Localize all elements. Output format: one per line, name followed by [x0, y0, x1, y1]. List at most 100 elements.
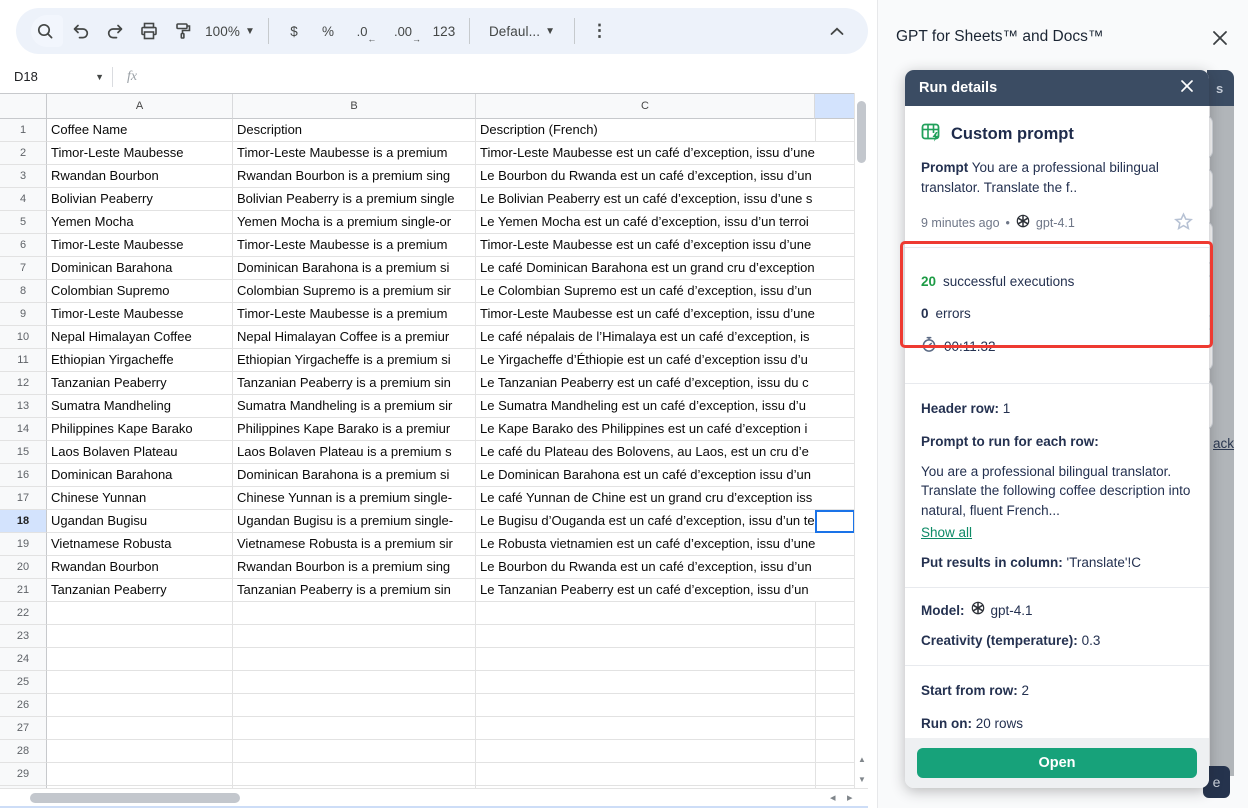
cell-b[interactable] [233, 694, 476, 717]
cell-b[interactable]: Timor-Leste Maubesse is a premium [233, 234, 476, 257]
format-currency-button[interactable]: $ [278, 15, 310, 47]
cell-c[interactable] [476, 740, 815, 763]
active-cell-selection[interactable] [815, 510, 854, 533]
cell-c[interactable]: Timor-Leste Maubesse est un café d’excep… [476, 234, 815, 257]
cell-c[interactable] [476, 717, 815, 740]
cell-a[interactable] [47, 625, 233, 648]
cell-a[interactable]: Timor-Leste Maubesse [47, 142, 233, 165]
row-header[interactable]: 23 [0, 625, 47, 648]
cell-b[interactable]: Philippines Kape Barako is a premiur [233, 418, 476, 441]
cell-a[interactable] [47, 717, 233, 740]
cell-a[interactable] [47, 648, 233, 671]
print-button[interactable] [133, 15, 165, 47]
cell-c[interactable]: Le Dominican Barahona est un café d’exce… [476, 464, 815, 487]
cell-c[interactable]: Description (French) [476, 119, 815, 142]
cell-b[interactable]: Dominican Barahona is a premium si [233, 464, 476, 487]
run-details-close-button[interactable] [1179, 78, 1195, 99]
cell-b[interactable]: Timor-Leste Maubesse is a premium [233, 142, 476, 165]
cell-a[interactable]: Rwandan Bourbon [47, 165, 233, 188]
row-header[interactable]: 25 [0, 671, 47, 694]
paint-format-button[interactable] [167, 15, 199, 47]
row-header[interactable]: 22 [0, 602, 47, 625]
column-header-d-selected[interactable] [815, 94, 854, 119]
cell-a[interactable]: Bolivian Peaberry [47, 188, 233, 211]
cell-b[interactable]: Ugandan Bugisu is a premium single- [233, 510, 476, 533]
scroll-left-icon[interactable]: ◂ [830, 791, 836, 804]
cell-b[interactable]: Chinese Yunnan is a premium single- [233, 487, 476, 510]
cell-b[interactable]: Dominican Barahona is a premium si [233, 257, 476, 280]
more-formats-button[interactable]: 123 [428, 15, 460, 47]
cell-d[interactable] [815, 671, 854, 694]
row-header[interactable]: 7 [0, 257, 47, 280]
row-header[interactable]: 24 [0, 648, 47, 671]
row-header[interactable]: 6 [0, 234, 47, 257]
cell-b[interactable]: Ethiopian Yirgacheffe is a premium si [233, 349, 476, 372]
cell-c[interactable] [476, 648, 815, 671]
cell-b[interactable] [233, 740, 476, 763]
cell-c[interactable]: Le Bugisu d’Ouganda est un café d’except… [476, 510, 815, 533]
row-header[interactable]: 13 [0, 395, 47, 418]
cell-c[interactable]: Le Tanzanian Peaberry est un café d’exce… [476, 579, 815, 602]
show-all-link[interactable]: Show all [921, 525, 972, 540]
cell-b[interactable] [233, 625, 476, 648]
cell-c[interactable]: Le Colombian Supremo est un café d’excep… [476, 280, 815, 303]
cell-b[interactable] [233, 602, 476, 625]
row-header[interactable]: 27 [0, 717, 47, 740]
cell-b[interactable] [233, 648, 476, 671]
row-header[interactable]: 11 [0, 349, 47, 372]
select-all-corner[interactable] [0, 94, 47, 119]
toolbar-more-button[interactable]: ⋮ [584, 15, 616, 47]
cell-c[interactable]: Le Bourbon du Rwanda est un café d’excep… [476, 556, 815, 579]
cell-a[interactable]: Philippines Kape Barako [47, 418, 233, 441]
decrease-decimal-button[interactable]: .0← [346, 15, 378, 47]
column-header-a[interactable]: A [47, 94, 233, 119]
cell-d[interactable] [815, 740, 854, 763]
cell-a[interactable]: Ugandan Bugisu [47, 510, 233, 533]
cell-a[interactable]: Timor-Leste Maubesse [47, 303, 233, 326]
cell-c[interactable]: Timor-Leste Maubesse est un café d’excep… [476, 142, 815, 165]
sidebar-close-button[interactable] [1211, 29, 1229, 52]
search-button[interactable] [31, 15, 63, 47]
row-header[interactable]: 19 [0, 533, 47, 556]
row-header[interactable]: 12 [0, 372, 47, 395]
cell-a[interactable] [47, 740, 233, 763]
favorite-star-button[interactable] [1174, 212, 1193, 234]
cell-c[interactable]: Le Yemen Mocha est un café d’exception, … [476, 211, 815, 234]
cell-b[interactable] [233, 671, 476, 694]
row-header[interactable]: 1 [0, 119, 47, 142]
cell-c[interactable]: Le Sumatra Mandheling est un café d’exce… [476, 395, 815, 418]
horizontal-scrollbar-thumb[interactable] [30, 793, 240, 803]
cell-a[interactable] [47, 671, 233, 694]
cell-c[interactable]: Le café Dominican Barahona est un grand … [476, 257, 815, 280]
cell-b[interactable]: Vietnamese Robusta is a premium sir [233, 533, 476, 556]
redo-button[interactable] [99, 15, 131, 47]
cell-a[interactable] [47, 694, 233, 717]
cell-b[interactable]: Bolivian Peaberry is a premium single [233, 188, 476, 211]
cell-c[interactable] [476, 763, 815, 786]
row-header[interactable]: 3 [0, 165, 47, 188]
cell-b[interactable]: Tanzanian Peaberry is a premium sin [233, 372, 476, 395]
cell-c[interactable]: Le café népalais de l’Himalaya est un ca… [476, 326, 815, 349]
scroll-down-icon[interactable]: ▼ [855, 775, 869, 784]
zoom-select[interactable]: 100% ▼ [201, 15, 259, 47]
cell-a[interactable]: Timor-Leste Maubesse [47, 234, 233, 257]
row-header[interactable]: 20 [0, 556, 47, 579]
cell-b[interactable]: Description [233, 119, 476, 142]
row-header[interactable]: 15 [0, 441, 47, 464]
increase-decimal-button[interactable]: .00→ [387, 15, 419, 47]
row-header[interactable]: 18 [0, 510, 47, 533]
cell-c[interactable]: Le Tanzanian Peaberry est un café d’exce… [476, 372, 815, 395]
cell-a[interactable] [47, 763, 233, 786]
cell-a[interactable]: Colombian Supremo [47, 280, 233, 303]
cell-c[interactable]: Le Kape Barako des Philippines est un ca… [476, 418, 815, 441]
cell-d[interactable] [815, 694, 854, 717]
row-header[interactable]: 4 [0, 188, 47, 211]
cell-a[interactable]: Tanzanian Peaberry [47, 579, 233, 602]
cell-a[interactable]: Tanzanian Peaberry [47, 372, 233, 395]
cell-b[interactable]: Nepal Himalayan Coffee is a premiur [233, 326, 476, 349]
cell-b[interactable]: Tanzanian Peaberry is a premium sin [233, 579, 476, 602]
row-header[interactable]: 10 [0, 326, 47, 349]
row-header[interactable]: 5 [0, 211, 47, 234]
row-header[interactable]: 16 [0, 464, 47, 487]
cell-b[interactable]: Sumatra Mandheling is a premium sir [233, 395, 476, 418]
